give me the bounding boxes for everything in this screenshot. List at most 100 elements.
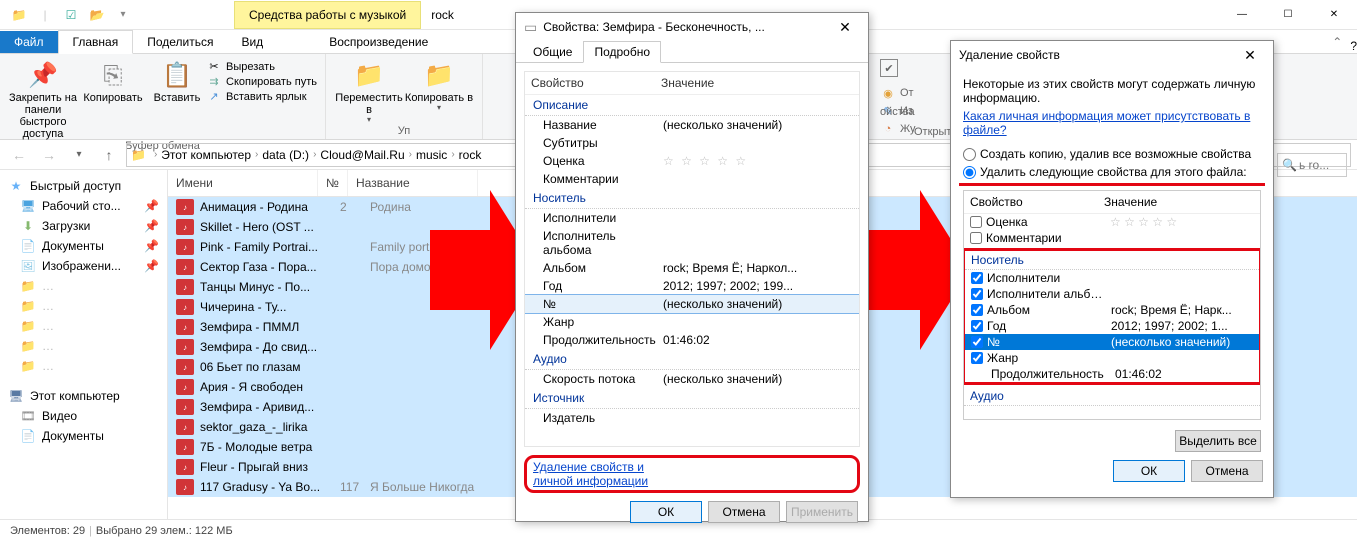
tab-file[interactable]: Файл (0, 31, 58, 53)
paste-shortcut-button[interactable]: ↗Вставить ярлык (206, 90, 317, 103)
checkbox[interactable] (971, 272, 983, 284)
prop-album-artist[interactable]: Исполнитель альбома (525, 227, 859, 259)
sidebar-item-faded[interactable]: 📁… (4, 336, 163, 356)
move-to-button[interactable]: 📁 Переместить в ▾ (334, 58, 404, 125)
rhs-ot[interactable]: ◉От (880, 85, 916, 101)
back-button[interactable]: ← (6, 143, 32, 167)
rm-rating[interactable]: Оценка☆ ☆ ☆ ☆ ☆ (964, 214, 1260, 230)
rm-duration[interactable]: Продолжительность01:46:02 (965, 366, 1259, 382)
folder-open-icon[interactable]: 📂 (86, 4, 108, 26)
copy-to-button[interactable]: 📁 Копировать в ▾ (404, 58, 474, 125)
ok-button[interactable]: ОК (1113, 460, 1185, 482)
prop-name[interactable]: Название(несколько значений) (525, 116, 859, 134)
checkbox[interactable] (971, 288, 983, 300)
col-property[interactable]: Свойство (970, 195, 1104, 209)
copy-button[interactable]: ⎘ Копировать (78, 58, 148, 140)
tab-details[interactable]: Подробно (583, 41, 661, 63)
tab-share[interactable]: Поделиться (133, 31, 227, 53)
properties-list[interactable]: Свойство Значение Описание Название(неск… (524, 71, 860, 447)
up-button[interactable]: ↑ (96, 143, 122, 167)
sidebar-documents2[interactable]: 📄Документы (4, 426, 163, 446)
breadcrumb-item[interactable]: data (D:) (262, 148, 309, 162)
help-link[interactable]: Какая личная информация может присутство… (963, 109, 1261, 137)
cut-button[interactable]: ✂Вырезать (206, 60, 317, 73)
maximize-button[interactable]: ☐ (1265, 0, 1311, 30)
col-no[interactable]: № (318, 170, 348, 196)
cancel-button[interactable]: Отмена (1191, 460, 1263, 482)
sidebar-quick-access[interactable]: ★Быстрый доступ (4, 176, 163, 196)
search-input[interactable]: 🔍 ь ro... (1277, 153, 1347, 177)
radio-remove-selected[interactable]: Удалить следующие свойства для этого фай… (963, 163, 1261, 181)
close-button[interactable]: ✕ (830, 19, 860, 36)
checkbox[interactable] (970, 232, 982, 244)
ribbon-expand-icon[interactable]: ⌃ (1324, 31, 1350, 53)
checkbox[interactable] (970, 216, 982, 228)
col-property[interactable]: Свойство (531, 76, 661, 90)
prop-duration[interactable]: Продолжительность01:46:02 (525, 331, 859, 349)
sidebar-item-faded[interactable]: 📁… (4, 356, 163, 376)
col-value[interactable]: Значение (661, 76, 853, 90)
tab-view[interactable]: Вид (227, 31, 277, 53)
rm-genre[interactable]: Жанр (965, 350, 1259, 366)
forward-button[interactable]: → (36, 143, 62, 167)
sidebar-videos[interactable]: 🎞Видео (4, 406, 163, 426)
rm-album[interactable]: Альбомrock; Время Ё; Нарк... (965, 302, 1259, 318)
sidebar-item-faded[interactable]: 📁… (4, 316, 163, 336)
prop-no[interactable]: №(несколько значений) (525, 295, 859, 313)
sidebar-downloads[interactable]: ⬇Загрузки📌 (4, 216, 163, 236)
close-button[interactable]: ✕ (1235, 47, 1265, 64)
prop-comments[interactable]: Комментарии (525, 170, 859, 188)
checkbox[interactable] (971, 352, 983, 364)
rm-year[interactable]: Год2012; 1997; 2002; 1... (965, 318, 1259, 334)
paste-button[interactable]: 📋 Вставить (148, 58, 206, 140)
breadcrumb-item[interactable]: Этот компьютер (161, 148, 251, 162)
close-button[interactable]: ✕ (1311, 0, 1357, 30)
ok-button[interactable]: ОК (630, 501, 702, 523)
tab-home[interactable]: Главная (58, 30, 134, 54)
rm-album-artist[interactable]: Исполнители альбома (965, 286, 1259, 302)
cancel-button[interactable]: Отмена (708, 501, 780, 523)
prop-year[interactable]: Год2012; 1997; 2002; 199... (525, 277, 859, 295)
context-tab-music[interactable]: Средства работы с музыкой (234, 1, 421, 29)
col-name[interactable]: Имени (168, 170, 318, 196)
breadcrumb-item[interactable]: rock (459, 148, 482, 162)
minimize-button[interactable]: — (1219, 0, 1265, 30)
sidebar-item-faded[interactable]: 📁… (4, 276, 163, 296)
apply-button[interactable]: Применить (786, 501, 858, 523)
sidebar-desktop[interactable]: 🖥Рабочий сто...📌 (4, 196, 163, 216)
prop-album[interactable]: Альбомrock; Время Ё; Наркол... (525, 259, 859, 277)
remove-properties-link[interactable]: Удаление свойств и личной информации (533, 460, 687, 488)
checkbox[interactable] (971, 336, 983, 348)
prop-genre[interactable]: Жанр (525, 313, 859, 331)
rm-artists[interactable]: Исполнители (965, 270, 1259, 286)
rhs-ju[interactable]: ◔Жу (880, 121, 916, 137)
select-all-button[interactable]: Выделить все (1175, 430, 1261, 452)
prop-artists[interactable]: Исполнители (525, 209, 859, 227)
prop-bitrate[interactable]: Скорость потока(несколько значений) (525, 370, 859, 388)
radio-input[interactable] (963, 148, 976, 161)
breadcrumb-item[interactable]: Cloud@Mail.Ru (320, 148, 404, 162)
sidebar-documents[interactable]: 📄Документы📌 (4, 236, 163, 256)
sidebar-item-faded[interactable]: 📁… (4, 296, 163, 316)
checkbox[interactable] (971, 320, 983, 332)
checkbox[interactable] (971, 304, 983, 316)
qat-dropdown-icon[interactable]: ▾ (112, 4, 134, 26)
copy-path-button[interactable]: ⇉Скопировать путь (206, 75, 317, 88)
help-icon[interactable]: ? (1350, 39, 1357, 53)
prop-publisher[interactable]: Издатель (525, 409, 859, 427)
sidebar-this-pc[interactable]: 🖥Этот компьютер (4, 386, 163, 406)
tab-general[interactable]: Общие (522, 41, 583, 63)
col-value[interactable]: Значение (1104, 195, 1157, 209)
sidebar-pictures[interactable]: 🖼Изображени...📌 (4, 256, 163, 276)
radio-input[interactable] (963, 166, 976, 179)
remove-list[interactable]: Свойство Значение Оценка☆ ☆ ☆ ☆ ☆ Коммен… (963, 190, 1261, 420)
prop-rating[interactable]: Оценка☆ ☆ ☆ ☆ ☆ (525, 152, 859, 170)
checkbox-icon[interactable]: ☑ (60, 4, 82, 26)
pin-button[interactable]: 📌 Закрепить на панели быстрого доступа (8, 58, 78, 140)
checkbox-icon[interactable]: ✔ (880, 59, 898, 77)
rm-comments[interactable]: Комментарии (964, 230, 1260, 246)
breadcrumb-item[interactable]: music (416, 148, 447, 162)
tab-playback[interactable]: Воспроизведение (315, 31, 442, 53)
prop-subtitles[interactable]: Субтитры (525, 134, 859, 152)
radio-create-copy[interactable]: Создать копию, удалив все возможные свой… (963, 145, 1261, 163)
